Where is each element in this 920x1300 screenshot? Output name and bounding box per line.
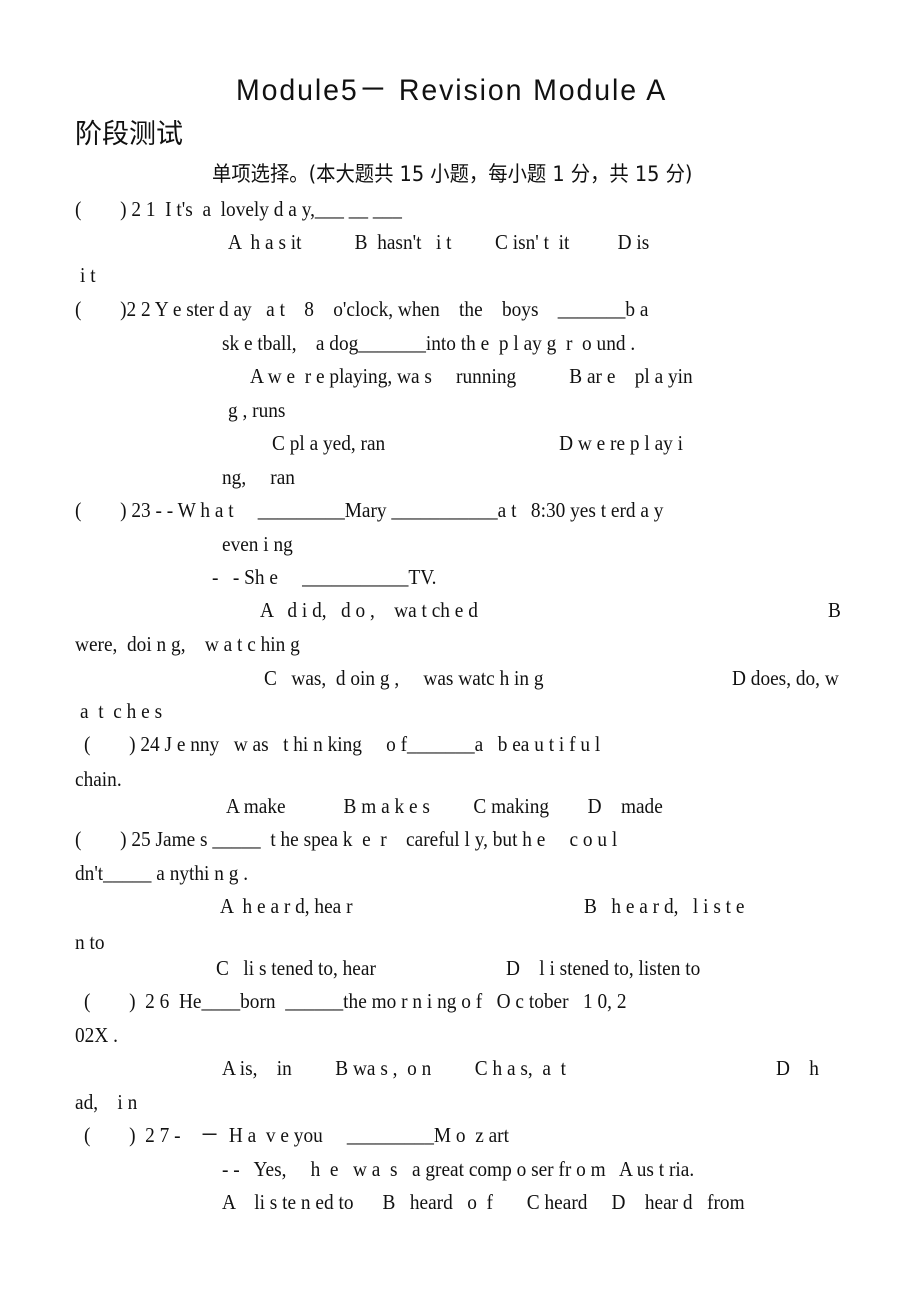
question-26-stem: ( ) 2 6 He____born ______the mo r n i ng… [84,989,627,1013]
document-title: Module5－ Revision Module A [236,74,668,107]
question-26-option-d: D h [776,1056,819,1080]
question-26-option-d-cont: ad, i n [75,1090,138,1114]
question-23-option-b-label: B [828,598,841,622]
question-22-options-cd: C pl a yed, ran D w e re p l ay i [272,431,684,455]
question-23-option-b: were, doi n g, w a t c hin g [75,632,300,656]
question-21-options: A h a s it B hasn't i t C isn' t it D is [228,230,650,254]
question-25-option-a: A h e a r d, hea r [220,894,353,918]
question-25-option-c: C li s tened to, hear [216,956,376,980]
question-25-stem: ( ) 25 Jame s _____ t he spea k e r care… [75,827,618,851]
question-22-stem-cont: sk e tball, a dog_______into th e p l ay… [222,331,636,355]
question-23-answer-line: - - Sh e ___________TV. [212,565,437,589]
question-24-options: A make B m a k e s C making D made [226,794,663,818]
question-26-options: A is, in B wa s , o n C h a s, a t [222,1056,567,1080]
question-27-options: A li s te n ed to B heard o f C heard D … [222,1190,745,1214]
question-22-options-ab-cont: g , runs [228,398,286,422]
question-22-stem: ( )2 2 Y e ster d ay a t 8 o'clock, when… [75,297,649,321]
question-23-option-d-cont: a t c h e s [80,699,163,723]
question-22-options-cd-cont: ng, ran [222,465,295,489]
question-27-answer-line: - - Yes, h e w a s a great comp o ser fr… [222,1157,695,1181]
document-subtitle: 阶段测试 [75,119,183,150]
question-23-stem-cont: even i ng [222,532,293,556]
question-22-options-ab: A w e r e playing, wa s running B ar e p… [250,364,693,388]
question-26-stem-cont: 02X . [75,1023,118,1047]
question-23-option-c: C was, d oin g , was watc h in g [264,666,544,690]
section-instruction: 单项选择。(本大题共 15 小题，每小题 1 分，共 15 分) [212,162,693,186]
question-25-option-d: D l i stened to, listen to [506,956,701,980]
question-25-stem-cont: dn't_____ a nythi n g . [75,861,249,885]
question-21-options-cont: i t [80,263,96,287]
question-21-stem: ( ) 2 1 I t's a lovely d a y,___ __ ___ [75,197,402,221]
question-25-option-b-cont: n to [75,930,105,954]
question-23-option-a: A d i d, d o , wa t ch e d [260,598,478,622]
question-23-stem: ( ) 23 - - W h a t _________Mary _______… [75,498,664,522]
exam-page: Module5－ Revision Module A 阶段测试 单项选择。(本大… [0,0,920,1300]
question-23-option-d: D does, do, w [732,666,839,690]
question-25-option-b: B h e a r d, l i s t e [584,894,745,918]
question-24-stem-cont: chain. [75,767,122,791]
question-27-stem: ( ) 2 7 - － H a v e you _________M o z a… [84,1123,509,1147]
question-24-stem: ( ) 24 J e nny w as t hi n king o f_____… [84,732,601,756]
